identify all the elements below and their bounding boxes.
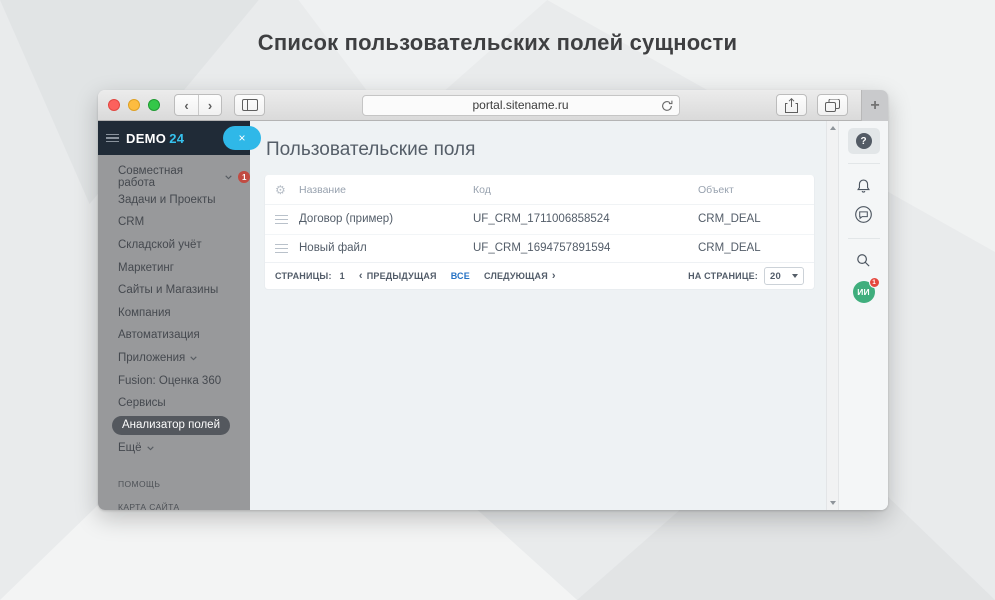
- per-page-select[interactable]: 20: [764, 267, 804, 285]
- sidebar-item-services[interactable]: Сервисы: [98, 392, 250, 415]
- avatar-initials: ИИ: [857, 287, 870, 297]
- bell-icon: [855, 178, 872, 195]
- sidebar: DEMO 24 × Совместная работа 1 Задачи и П…: [98, 121, 250, 510]
- cell-code: UF_CRM_1711006858524: [473, 213, 698, 225]
- divider: [848, 238, 880, 239]
- close-menu-button[interactable]: ×: [223, 126, 261, 150]
- current-page-number: 1: [340, 271, 345, 281]
- vertical-scrollbar[interactable]: [826, 121, 839, 510]
- chevron-down-icon: [225, 175, 232, 180]
- right-toolbar: ?: [839, 121, 888, 510]
- show-all-link[interactable]: ВСЕ: [451, 271, 470, 281]
- minimize-window-button[interactable]: [128, 99, 140, 111]
- help-button[interactable]: ?: [848, 128, 880, 154]
- brand-suffix: 24: [169, 131, 184, 146]
- table-row[interactable]: Новый файл UF_CRM_1694757891594 CRM_DEAL: [265, 234, 814, 263]
- reload-button[interactable]: [660, 99, 674, 118]
- search-button[interactable]: [856, 253, 871, 268]
- sidebar-item-fusion[interactable]: Fusion: Оценка 360: [98, 369, 250, 392]
- table-header-row: ⚙ Название Код Объект: [265, 175, 814, 205]
- share-icon: [785, 98, 798, 113]
- menu-burger-icon[interactable]: [106, 134, 119, 143]
- cell-name: Договор (пример): [299, 213, 473, 225]
- cell-code: UF_CRM_1694757891594: [473, 242, 698, 254]
- cell-name: Новый файл: [299, 242, 473, 254]
- drag-handle-icon[interactable]: [275, 215, 288, 225]
- back-button[interactable]: ‹: [175, 95, 198, 115]
- close-icon: ×: [238, 131, 245, 145]
- divider: [848, 163, 880, 164]
- sidebar-item-tasks[interactable]: Задачи и Проекты: [98, 189, 250, 212]
- sidebar-item-more[interactable]: Ещё: [98, 437, 250, 460]
- brand-name: DEMO: [126, 131, 166, 146]
- reload-icon: [660, 99, 674, 113]
- scroll-up-arrow-icon[interactable]: [830, 126, 836, 130]
- zoom-window-button[interactable]: [148, 99, 160, 111]
- sidebar-icon: [242, 99, 258, 111]
- window-controls: [108, 99, 160, 111]
- table-row[interactable]: Договор (пример) UF_CRM_1711006858524 CR…: [265, 205, 814, 234]
- address-bar[interactable]: portal.sitename.ru: [362, 95, 680, 116]
- chevron-down-icon: [190, 356, 197, 361]
- sidebar-toggle-button[interactable]: [234, 94, 265, 116]
- show-tabs-button[interactable]: [817, 94, 848, 116]
- user-avatar[interactable]: ИИ 1: [853, 281, 875, 303]
- chevron-left-icon: ‹: [359, 270, 363, 282]
- prev-page-link[interactable]: ‹ ПРЕДЫДУЩАЯ: [359, 270, 437, 282]
- sidebar-header: DEMO 24 ×: [98, 121, 250, 155]
- sidebar-item-crm[interactable]: CRM: [98, 211, 250, 234]
- sidebar-item-sitemap[interactable]: КАРТА САЙТА: [98, 495, 250, 510]
- sidebar-item-sites[interactable]: Сайты и Магазины: [98, 279, 250, 302]
- new-tab-button[interactable]: +: [861, 90, 888, 121]
- cell-object: CRM_DEAL: [698, 213, 804, 225]
- sidebar-item-collaboration[interactable]: Совместная работа 1: [98, 166, 250, 189]
- column-header-code: Код: [473, 184, 698, 196]
- main-content: Пользовательские поля ⚙ Название Код Объ…: [250, 121, 826, 510]
- per-page-value: 20: [770, 271, 781, 282]
- cell-object: CRM_DEAL: [698, 242, 804, 254]
- table-settings-gear-icon[interactable]: ⚙: [275, 184, 299, 196]
- help-icon: ?: [856, 133, 872, 149]
- sidebar-item-apps[interactable]: Приложения: [98, 347, 250, 370]
- chevron-down-icon: [147, 446, 154, 451]
- sidebar-item-help[interactable]: ПОМОЩЬ: [98, 472, 250, 495]
- page-heading: Список пользовательских полей сущности: [0, 30, 995, 56]
- drag-handle-icon[interactable]: [275, 244, 288, 254]
- chevron-down-icon: [792, 274, 798, 278]
- pages-counter: СТРАНИЦЫ: 1: [275, 271, 345, 281]
- browser-window: ‹ › portal.sitename.ru: [98, 90, 888, 510]
- content-title: Пользовательские поля: [266, 139, 815, 161]
- next-page-link[interactable]: СЛЕДУЮЩАЯ ›: [484, 270, 556, 282]
- sidebar-item-field-analyzer[interactable]: Анализатор полей: [98, 415, 250, 438]
- fields-table: ⚙ Название Код Объект Договор (пример) U…: [264, 175, 815, 290]
- chevron-right-icon: ›: [552, 270, 556, 282]
- nav-buttons: ‹ ›: [174, 94, 222, 116]
- column-header-object: Объект: [698, 184, 804, 196]
- chat-button[interactable]: [854, 205, 873, 224]
- chat-icon: [854, 205, 873, 224]
- notification-badge: 1: [238, 171, 250, 183]
- share-button[interactable]: [776, 94, 807, 116]
- scroll-down-arrow-icon[interactable]: [830, 501, 836, 505]
- column-header-name: Название: [299, 184, 473, 196]
- sidebar-menu: Совместная работа 1 Задачи и Проекты CRM…: [98, 155, 250, 460]
- pagination-bar: СТРАНИЦЫ: 1 ‹ ПРЕДЫДУЩАЯ ВСЕ СЛЕДУЮЩАЯ ›: [265, 262, 814, 289]
- sidebar-item-automation[interactable]: Автоматизация: [98, 324, 250, 347]
- search-icon: [856, 253, 871, 268]
- sidebar-item-inventory[interactable]: Складской учёт: [98, 234, 250, 257]
- sidebar-footer: ПОМОЩЬ КАРТА САЙТА: [98, 472, 250, 510]
- per-page-label: НА СТРАНИЦЕ:: [688, 271, 758, 281]
- avatar-notification-badge: 1: [869, 277, 880, 288]
- notifications-button[interactable]: [855, 178, 872, 195]
- close-window-button[interactable]: [108, 99, 120, 111]
- forward-button[interactable]: ›: [198, 95, 221, 115]
- sidebar-item-company[interactable]: Компания: [98, 302, 250, 325]
- browser-toolbar: ‹ › portal.sitename.ru: [98, 90, 888, 121]
- tabs-icon: [825, 99, 840, 112]
- sidebar-item-marketing[interactable]: Маркетинг: [98, 256, 250, 279]
- url-text: portal.sitename.ru: [472, 98, 568, 112]
